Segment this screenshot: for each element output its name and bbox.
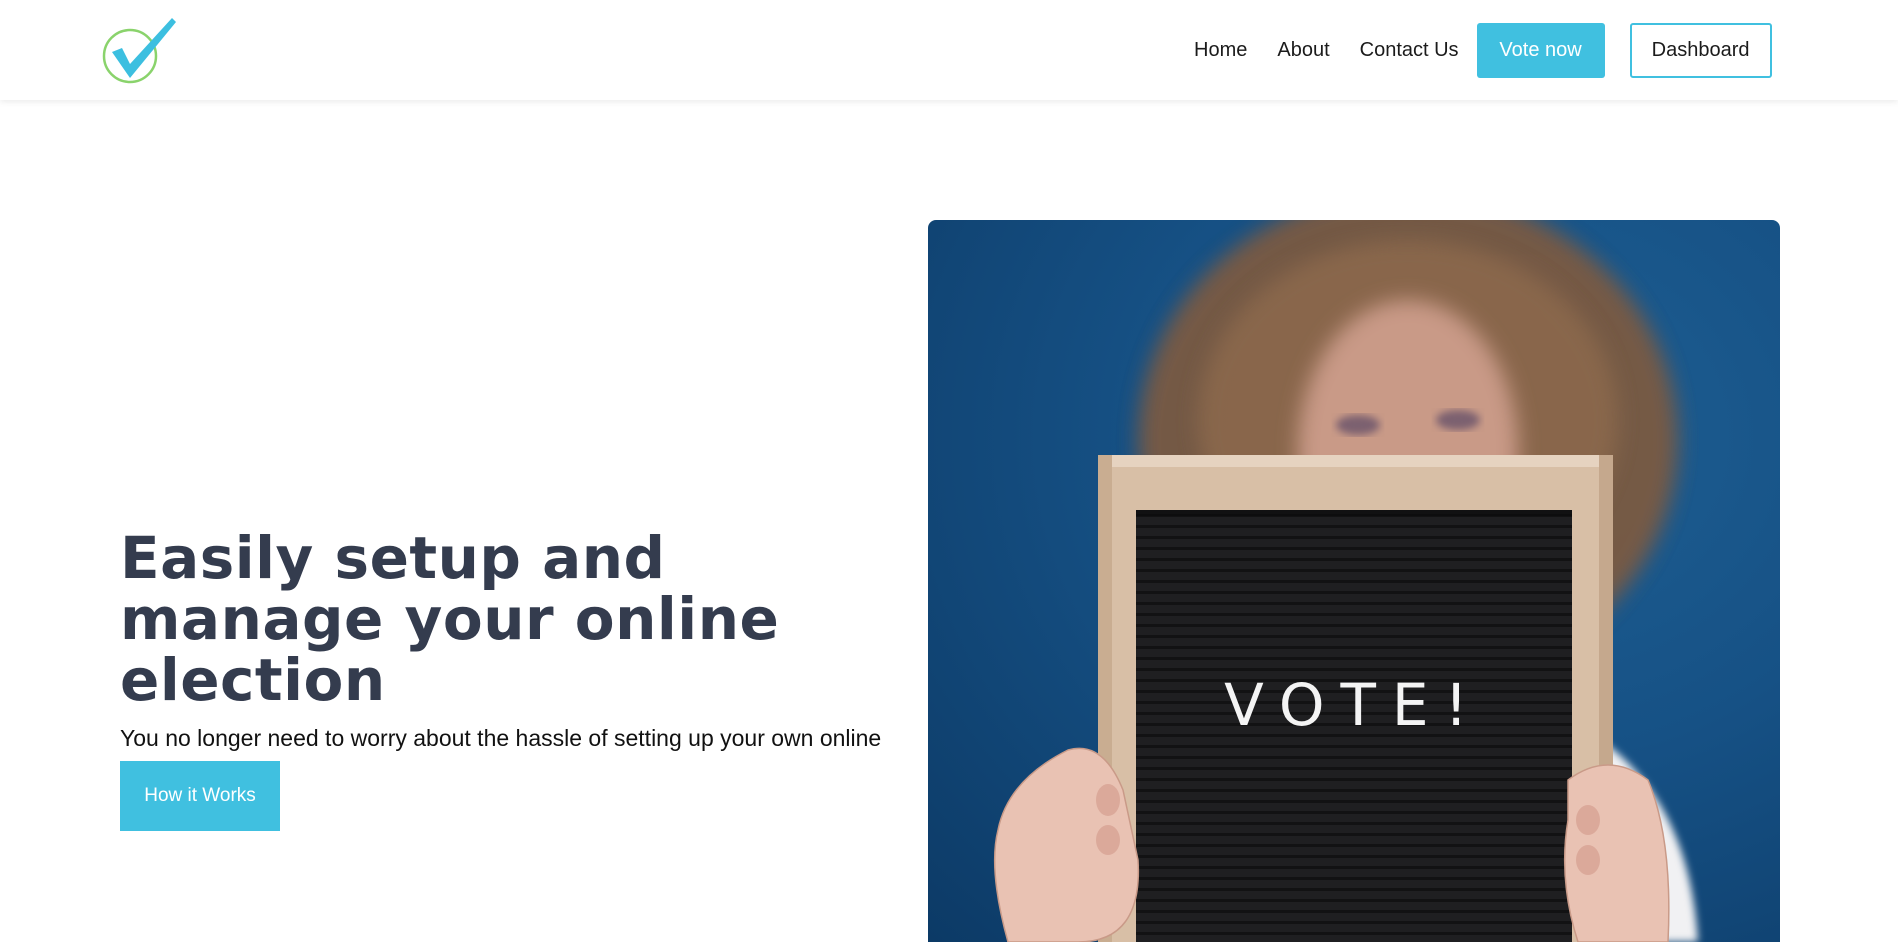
- vote-sign-text: VOTE!: [1224, 671, 1484, 739]
- hero-title: Easily setup and manage your online elec…: [120, 524, 780, 714]
- nav-home-link[interactable]: Home: [1194, 39, 1247, 62]
- main-nav: Home About Contact Us Vote now Dashboard: [1194, 0, 1772, 100]
- hero-text-block: Easily setup and manage your online elec…: [120, 524, 900, 831]
- nav-contact-link[interactable]: Contact Us: [1360, 39, 1459, 62]
- site-header: Home About Contact Us Vote now Dashboard: [0, 0, 1898, 100]
- checkmark-logo-icon[interactable]: [100, 16, 180, 86]
- hero-image: VOTE!: [928, 220, 1780, 942]
- vote-now-button[interactable]: Vote now: [1476, 22, 1605, 78]
- how-it-works-button[interactable]: How it Works: [120, 761, 280, 831]
- dashboard-button[interactable]: Dashboard: [1629, 22, 1772, 78]
- nav-about-link[interactable]: About: [1277, 39, 1329, 62]
